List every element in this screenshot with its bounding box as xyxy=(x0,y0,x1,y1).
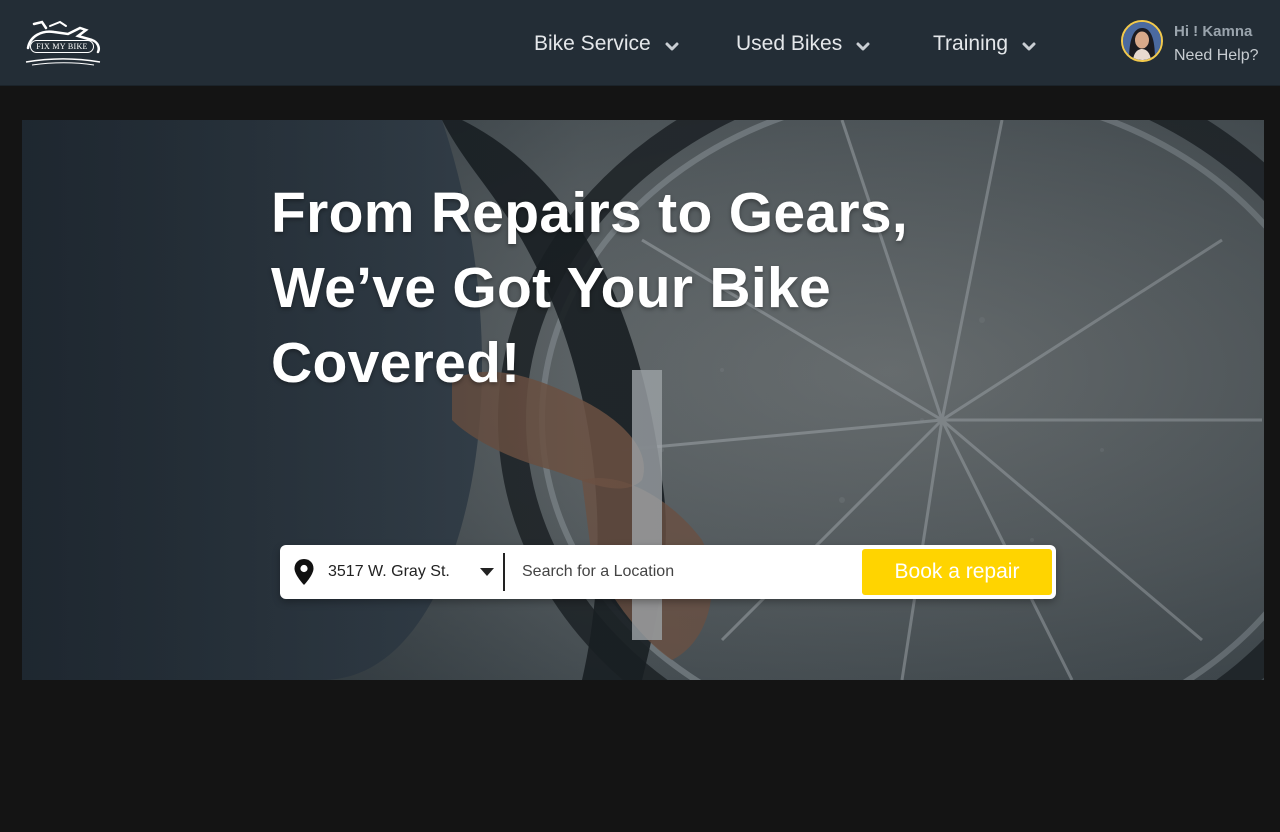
chevron-down-icon xyxy=(856,42,870,51)
hero-banner: From Repairs to Gears, We’ve Got Your Bi… xyxy=(22,120,1264,680)
nav-bike-service[interactable]: Bike Service xyxy=(534,28,679,60)
user-greeting: Hi ! Kamna xyxy=(1174,23,1253,40)
avatar[interactable] xyxy=(1121,20,1163,62)
chevron-down-icon xyxy=(1022,42,1036,51)
logo-text: FIX MY BIKE xyxy=(30,40,94,53)
need-help-link[interactable]: Need Help? xyxy=(1174,47,1259,65)
location-pin-icon xyxy=(294,559,314,585)
hero-heading: From Repairs to Gears, We’ve Got Your Bi… xyxy=(271,176,1031,401)
nav-used-bikes[interactable]: Used Bikes xyxy=(736,28,870,60)
hero-heading-line-3: Covered! xyxy=(271,331,521,395)
caret-down-icon[interactable] xyxy=(480,568,494,577)
repair-search-bar: 3517 W. Gray St. Book a repair xyxy=(280,545,1056,599)
chevron-down-icon xyxy=(665,42,679,51)
nav-used-bikes-label: Used Bikes xyxy=(736,32,843,55)
nav-bike-service-label: Bike Service xyxy=(534,32,651,55)
hero-heading-line-2: We’ve Got Your Bike xyxy=(271,256,832,320)
book-repair-button[interactable]: Book a repair xyxy=(862,549,1052,595)
nav-training[interactable]: Training xyxy=(933,28,1036,60)
search-divider xyxy=(503,553,505,591)
user-menu[interactable]: Hi ! Kamna Need Help? xyxy=(1121,20,1271,68)
nav-training-label: Training xyxy=(933,32,1009,55)
location-search-input[interactable] xyxy=(512,552,857,592)
user-photo xyxy=(1123,22,1161,60)
city-select-value: 3517 W. Gray St. xyxy=(328,563,450,580)
fix-my-bike-logo[interactable]: FIX MY BIKE xyxy=(20,18,104,68)
hero-heading-line-1: From Repairs to Gears, xyxy=(271,181,908,245)
top-navigation-bar: FIX MY BIKE Bike Service Used Bikes Trai… xyxy=(0,0,1280,86)
city-select[interactable]: 3517 W. Gray St. xyxy=(328,545,503,599)
